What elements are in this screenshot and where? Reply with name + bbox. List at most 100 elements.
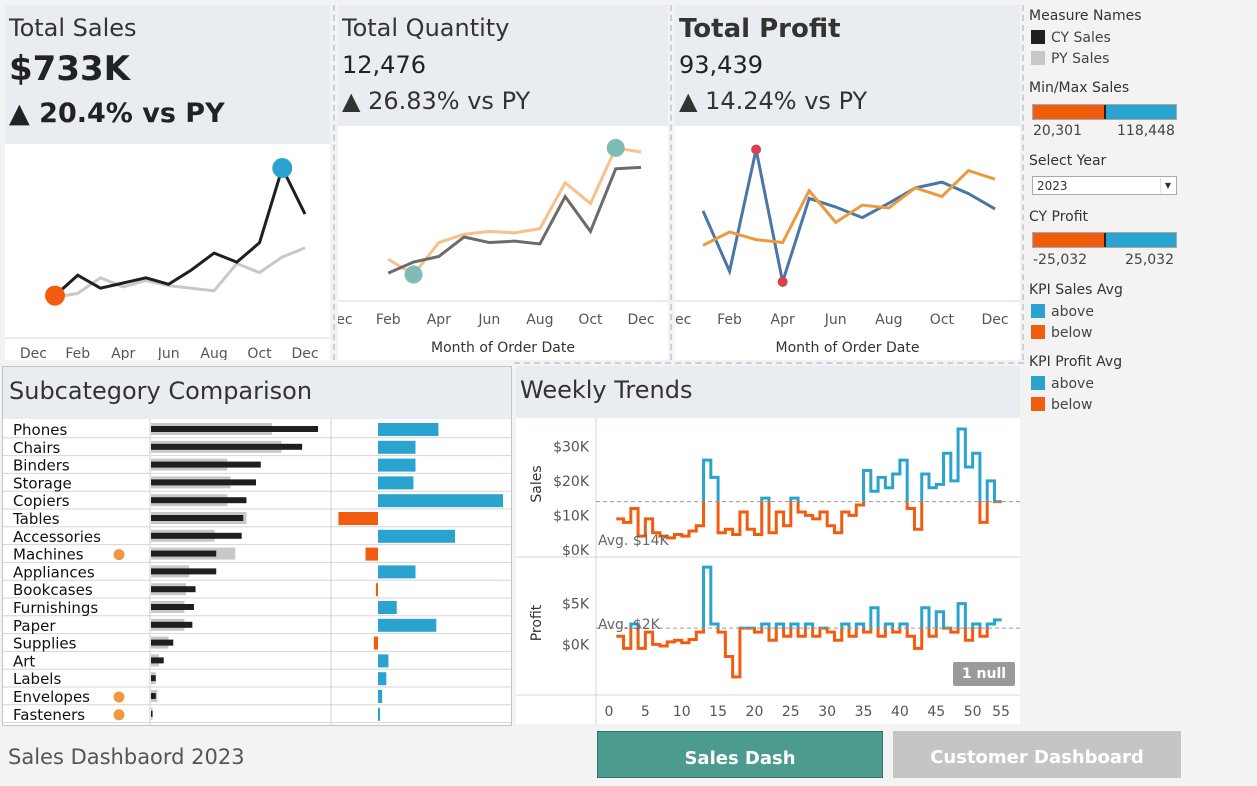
divider-kpi-2 — [670, 5, 672, 360]
cy-sales-bar — [151, 675, 156, 682]
cy-sales-bar — [151, 586, 196, 593]
difference-bar — [375, 583, 378, 597]
subcategory-label: Supplies — [13, 635, 77, 653]
kpi-sales-title: Total Sales — [9, 14, 137, 42]
kpi-profit-value: 93,439 — [679, 51, 763, 79]
x-tick-label: 30 — [818, 704, 836, 720]
kpi-sales-delta: ▲ 20.4% vs PY — [9, 98, 225, 129]
difference-bar — [378, 690, 383, 703]
flag-dot — [113, 709, 125, 721]
minmax-color-ramp — [1032, 104, 1177, 120]
subcategory-label: Binders — [13, 457, 70, 475]
weekly-trend-chart: Avg. $14K $30K $20K $10K $0K Sales Avg. $2K $5K… — [516, 418, 1020, 724]
month-tick-label: Dec — [291, 346, 318, 360]
above-swatch — [1031, 376, 1045, 390]
month-tick-label: Dec — [675, 312, 691, 328]
quantity-trend-chart: Dec Feb Apr Jun Aug Oct Dec Month of Order Date — [338, 138, 668, 356]
month-tick-label: Aug — [200, 346, 227, 360]
x-tick-label: 20 — [746, 704, 764, 720]
x-tick-label: 45 — [927, 704, 945, 720]
kpi-sales-avg-below[interactable]: below — [1031, 325, 1092, 341]
cy-sales-bar — [151, 604, 194, 610]
legend-py-sales[interactable]: PY Sales — [1031, 51, 1109, 67]
subcategory-label: Machines — [13, 546, 84, 564]
average-label: Avg. $14K — [598, 533, 670, 549]
flag-dot — [113, 691, 125, 703]
kpi-sales-avg-above[interactable]: above — [1031, 304, 1094, 320]
flag-dot — [113, 549, 125, 561]
kpi-profit-avg-title: KPI Profit Avg — [1029, 354, 1123, 370]
x-tick-label: 15 — [709, 704, 727, 720]
cy-sales-bar — [151, 693, 156, 699]
below-swatch — [1031, 397, 1045, 411]
x-tick-label: 55 — [992, 704, 1010, 720]
cy-sales-line — [53, 163, 307, 297]
min-quantity-marker — [404, 265, 423, 284]
divider-horizontal — [514, 362, 1024, 364]
subcategory-label: Paper — [13, 617, 56, 635]
legend-minmax-title: Min/Max Sales — [1029, 80, 1130, 96]
difference-bar — [378, 423, 439, 436]
month-tick-label: Oct — [578, 312, 603, 328]
min-profit-marker — [777, 276, 788, 287]
difference-bar — [378, 494, 503, 508]
difference-bar — [378, 476, 414, 490]
below-swatch — [1031, 325, 1045, 339]
cy-sales-bar — [151, 443, 303, 450]
customer-dashboard-button[interactable]: Customer Dashboard — [893, 731, 1181, 778]
min-sales-marker — [45, 285, 65, 306]
subcategory-label: Appliances — [13, 563, 95, 581]
py-profit-line — [701, 149, 996, 288]
subcategory-label: Bookcases — [13, 581, 93, 599]
select-year-dropdown[interactable]: 2023 ▼ — [1032, 176, 1177, 195]
x-tick-label: 5 — [641, 704, 650, 720]
cy-sales-bar — [151, 479, 256, 486]
kpi-quantity-title: Total Quantity — [342, 14, 510, 42]
difference-bar — [378, 601, 397, 614]
month-axis-title: Month of Order Date — [431, 340, 575, 356]
null-badge[interactable]: 1 null — [953, 662, 1015, 686]
kpi-sales-above-label: above — [1051, 304, 1094, 320]
cy-swatch — [1031, 30, 1045, 44]
minmax-min-value: 20,301 — [1033, 123, 1082, 139]
kpi-sales-avg-title: KPI Sales Avg — [1029, 282, 1123, 298]
max-sales-marker — [272, 158, 293, 179]
kpi-profit-avg-below[interactable]: below — [1031, 397, 1092, 413]
subcategory-title: Subcategory Comparison — [9, 377, 313, 405]
difference-bar — [373, 636, 378, 650]
difference-bar — [378, 707, 381, 721]
month-tick-label: Dec — [20, 346, 47, 360]
weekly-panel: Weekly Trends Avg. $14K $30K $20K $10K $0K Sa… — [516, 366, 1020, 724]
divider-kpi-1 — [333, 5, 335, 360]
cy-sales-bar — [151, 710, 153, 717]
y-tick-label: $20K — [553, 474, 590, 490]
kpi-profit-avg-above[interactable]: above — [1031, 376, 1094, 392]
cy-sales-bar — [151, 568, 217, 575]
cy-sales-bar — [151, 657, 164, 664]
x-tick-label: 40 — [891, 704, 909, 720]
py-sales-line — [54, 246, 306, 299]
null-badge-label: 1 null — [961, 666, 1007, 682]
y-tick-label: $10K — [553, 508, 590, 524]
difference-bar — [378, 672, 387, 686]
legend-cy-sales[interactable]: CY Sales — [1031, 30, 1111, 46]
subcategory-label: Storage — [13, 474, 72, 492]
x-tick-label: 50 — [964, 704, 982, 720]
x-tick-label: 25 — [782, 704, 800, 720]
legend-py-label: PY Sales — [1051, 51, 1110, 67]
cy-profit-title: CY Profit — [1029, 209, 1089, 225]
difference-bar — [378, 565, 416, 579]
cy-sales-bar — [151, 621, 193, 628]
cy-profit-max-value: 25,032 — [1125, 252, 1174, 268]
y-tick-label: $5K — [562, 597, 590, 613]
kpi-profit-below-label: below — [1051, 397, 1093, 413]
profit-trend-chart: Dec Feb Apr Jun Aug Oct Dec Month of Order Date — [675, 144, 1020, 356]
difference-bar — [378, 529, 456, 543]
sales-dash-button[interactable]: Sales Dash — [597, 731, 883, 778]
month-tick-label: Aug — [875, 312, 902, 328]
subcategory-label: Chairs — [13, 439, 61, 457]
cy-profit-ramp-orange — [1033, 233, 1104, 247]
month-tick-label: Apr — [427, 312, 451, 328]
chevron-down-icon[interactable]: ▼ — [1160, 178, 1175, 193]
subcategory-label: Copiers — [13, 492, 70, 510]
